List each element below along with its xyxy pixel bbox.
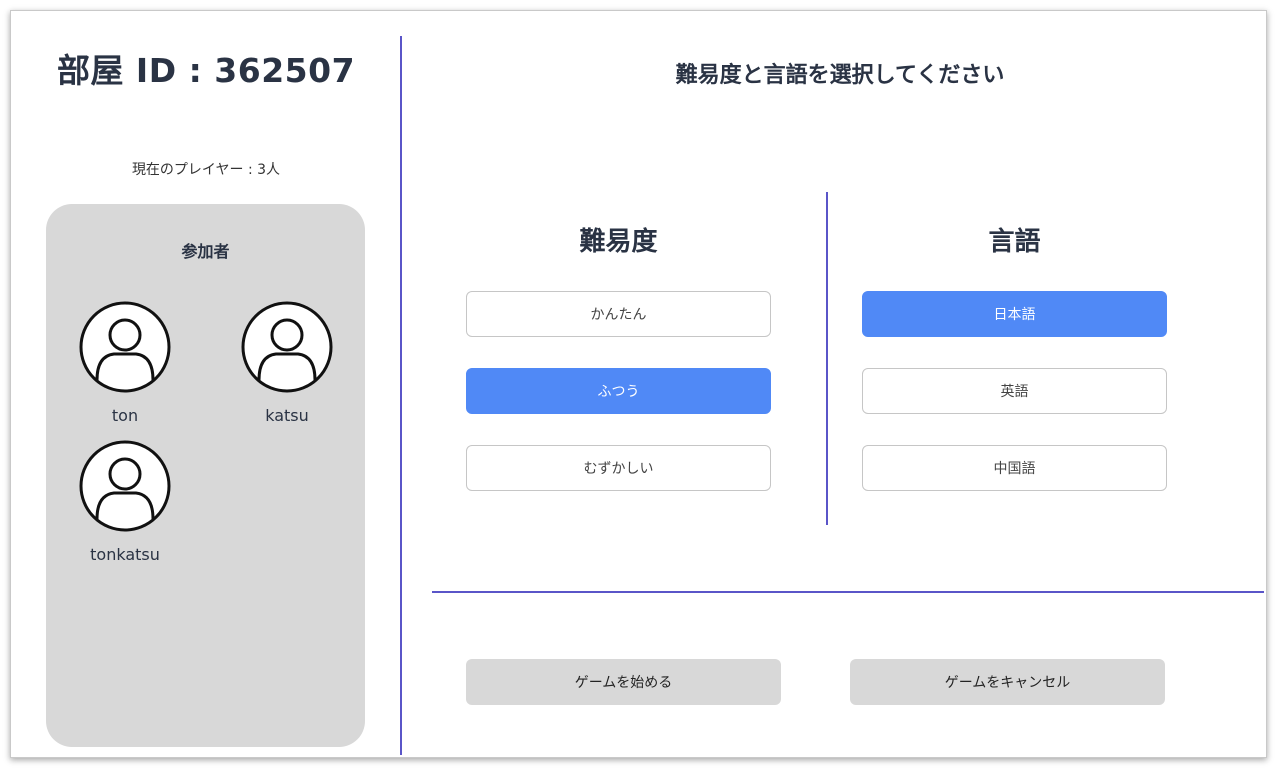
player-name: tonkatsu (90, 545, 160, 564)
language-option-english[interactable]: 英語 (862, 368, 1167, 414)
room-id-title: 部屋 ID : 362507 (56, 51, 356, 90)
language-option-chinese[interactable]: 中国語 (862, 445, 1167, 491)
language-option-japanese[interactable]: 日本語 (862, 291, 1167, 337)
column-divider (826, 192, 828, 525)
main-divider (400, 36, 402, 755)
language-heading: 言語 (988, 227, 1041, 257)
page-title: 難易度と言語を選択してください (675, 63, 1005, 88)
difficulty-option-hard[interactable]: むずかしい (466, 445, 771, 491)
user-avatar-icon (241, 301, 333, 393)
cancel-game-button[interactable]: ゲームをキャンセル (850, 659, 1165, 705)
player-card: tonkatsu (65, 439, 185, 564)
user-avatar-icon (79, 301, 171, 393)
difficulty-option-normal[interactable]: ふつう (466, 368, 771, 414)
player-count: 現在のプレイヤー : 3人 (131, 162, 281, 178)
app-window: 部屋 ID : 362507 現在のプレイヤー : 3人 参加者 ton kat… (10, 10, 1267, 758)
section-divider (432, 591, 1264, 593)
start-game-button[interactable]: ゲームを始める (466, 659, 781, 705)
user-avatar-icon (79, 440, 171, 532)
player-name: ton (111, 406, 139, 425)
participants-title: 参加者 (181, 242, 230, 261)
player-name: katsu (265, 406, 309, 425)
player-card: ton (65, 300, 185, 425)
difficulty-option-easy[interactable]: かんたん (466, 291, 771, 337)
player-card: katsu (227, 300, 347, 425)
participants-panel: 参加者 ton katsu tonkatsu (46, 204, 365, 747)
difficulty-heading: 難易度 (579, 227, 658, 257)
